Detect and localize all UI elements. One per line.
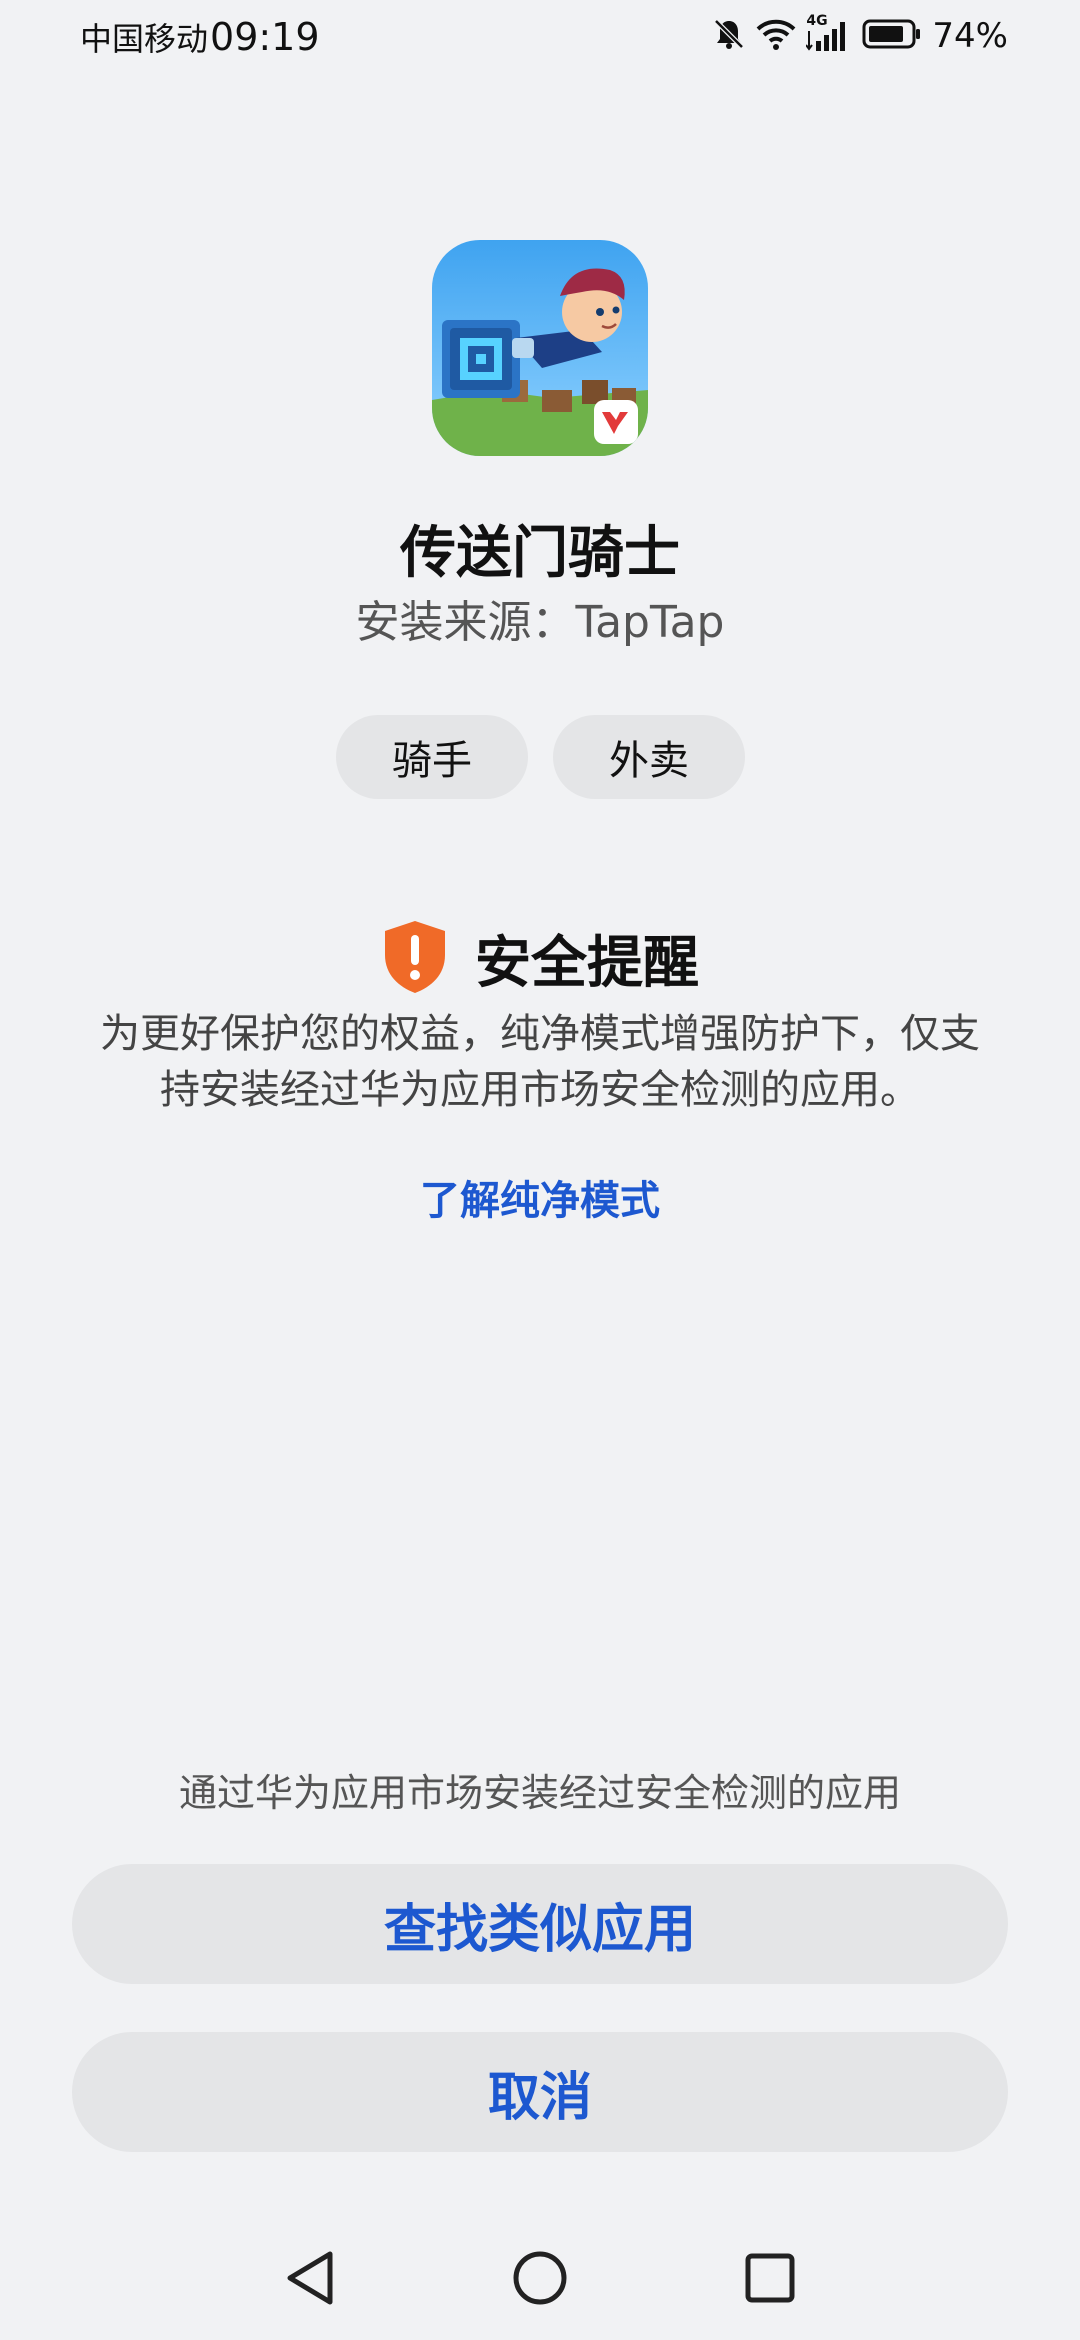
battery-icon xyxy=(862,18,922,54)
home-circle-icon xyxy=(510,2248,570,2312)
clock: 09:19 xyxy=(210,15,320,59)
notice-line: 持安装经过华为应用市场安全检测的应用。 xyxy=(160,1067,920,1113)
back-triangle-icon xyxy=(282,2248,338,2312)
tag-chip: 骑手 xyxy=(336,715,528,799)
status-icons: 4G 74% xyxy=(712,13,1008,58)
cancel-button[interactable]: 取消 xyxy=(72,2032,1008,2152)
battery-percent: 74% xyxy=(932,16,1008,56)
home-nav-button[interactable] xyxy=(480,2220,600,2340)
navigation-bar xyxy=(0,2220,1080,2340)
mute-bell-icon xyxy=(712,17,746,55)
install-source: 安装来源：TapTap xyxy=(355,597,725,648)
find-similar-apps-button[interactable]: 查找类似应用 xyxy=(72,1864,1008,1984)
wifi-icon xyxy=(756,17,796,55)
install-hint: 通过华为应用市场安装经过安全检测的应用 xyxy=(178,1771,901,1815)
game-app-icon xyxy=(432,240,648,456)
tag-chip: 外卖 xyxy=(553,715,745,799)
recent-apps-nav-button[interactable] xyxy=(710,2220,830,2340)
carrier-time: 中国移动09:19 xyxy=(80,14,320,60)
security-notice-header: 安全提醒 xyxy=(0,918,1080,999)
learn-pure-mode-link[interactable]: 了解纯净模式 xyxy=(0,1168,1080,1226)
security-notice-body: 为更好保护您的权益，纯净模式增强防护下，仅支 持安装经过华为应用市场安全检测的应… xyxy=(70,1006,1010,1118)
shield-warning-icon xyxy=(381,919,449,999)
security-notice-title: 安全提醒 xyxy=(475,931,699,996)
cellular-signal-icon: 4G xyxy=(806,13,852,53)
notice-line: 为更好保护您的权益，纯净模式增强防护下，仅支 xyxy=(100,1011,980,1057)
back-nav-button[interactable] xyxy=(250,2220,370,2340)
recent-square-icon xyxy=(742,2250,798,2310)
app-name: 传送门骑士 xyxy=(400,521,680,586)
status-bar: 中国移动09:19 4G 74% xyxy=(0,0,1080,72)
carrier-name: 中国移动 xyxy=(80,20,209,58)
